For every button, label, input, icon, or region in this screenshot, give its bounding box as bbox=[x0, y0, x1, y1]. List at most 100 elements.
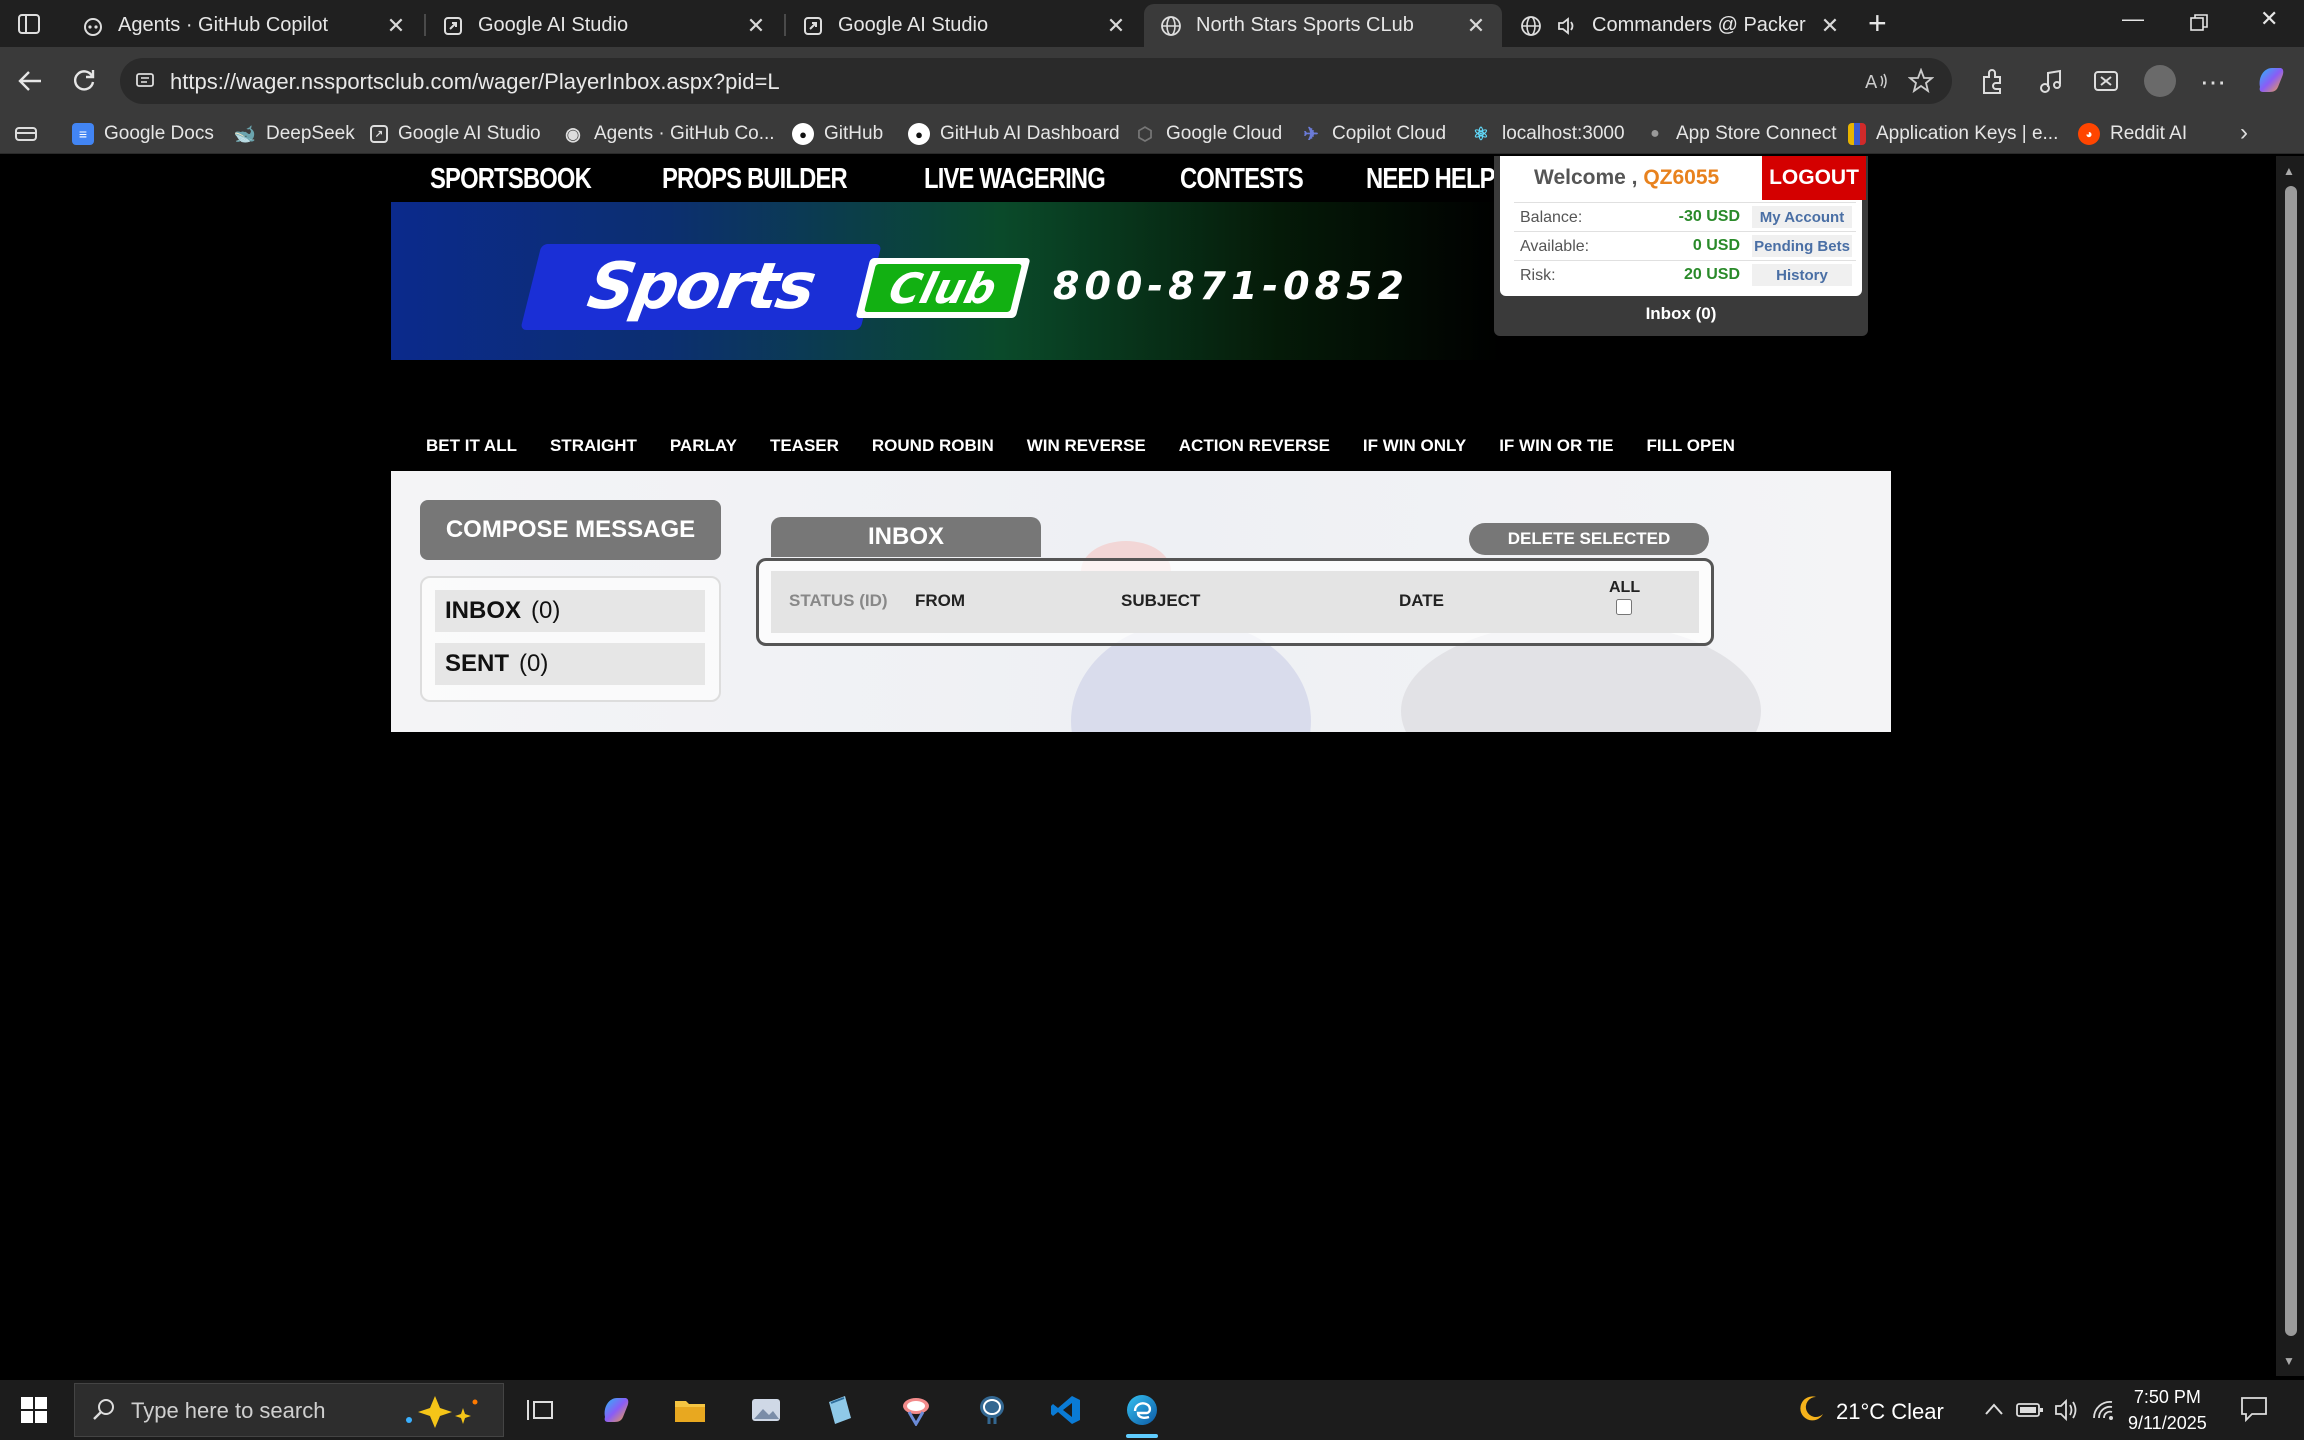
file-explorer-icon[interactable] bbox=[668, 1388, 712, 1432]
address-bar[interactable]: https://wager.nssportsclub.com/wager/Pla… bbox=[120, 58, 1952, 104]
nav-live-wagering[interactable]: LIVE WAGERING bbox=[924, 163, 1106, 196]
win-reverse-link[interactable]: WIN REVERSE bbox=[1027, 436, 1146, 456]
fill-open-link[interactable]: FILL OPEN bbox=[1646, 436, 1734, 456]
close-window-icon[interactable]: ✕ bbox=[2260, 6, 2278, 32]
bookmark-app-store-connect[interactable]: ● App Store Connect bbox=[1644, 119, 1836, 149]
sidebar-toggle-icon[interactable] bbox=[14, 10, 44, 38]
read-aloud-icon[interactable]: A bbox=[1864, 68, 1890, 99]
bookmark-google-ai-studio[interactable]: ↗ Google AI Studio bbox=[370, 119, 541, 149]
bookmark-application-keys[interactable]: Application Keys | e... bbox=[1848, 119, 2058, 149]
notifications-icon[interactable] bbox=[2240, 1396, 2268, 1427]
bookmark-github[interactable]: ● GitHub bbox=[792, 119, 883, 149]
volume-icon[interactable] bbox=[2054, 1398, 2080, 1427]
close-tab-icon[interactable]: ✕ bbox=[386, 13, 406, 39]
if-win-only-link[interactable]: IF WIN ONLY bbox=[1363, 436, 1466, 456]
close-tab-icon[interactable]: ✕ bbox=[1820, 13, 1840, 39]
svg-text:A: A bbox=[1865, 72, 1878, 93]
bet-it-all-link[interactable]: BET IT ALL bbox=[426, 436, 517, 456]
profile-avatar[interactable] bbox=[2143, 64, 2177, 103]
copilot-app-icon[interactable] bbox=[594, 1388, 638, 1432]
scroll-down-icon[interactable]: ▼ bbox=[2283, 1354, 2295, 1368]
select-all: ALL bbox=[1609, 579, 1641, 620]
restore-icon[interactable] bbox=[2190, 12, 2208, 38]
scrollbar-thumb[interactable] bbox=[2285, 186, 2297, 1336]
page-scrollbar[interactable]: ▲ ▼ bbox=[2276, 156, 2304, 1376]
close-tab-icon[interactable]: ✕ bbox=[1466, 13, 1486, 39]
round-robin-link[interactable]: ROUND ROBIN bbox=[872, 436, 994, 456]
battery-icon[interactable] bbox=[2016, 1402, 2044, 1423]
vscode-icon[interactable] bbox=[1044, 1388, 1088, 1432]
notepad-app-icon[interactable] bbox=[818, 1388, 862, 1432]
logout-button[interactable]: LOGOUT bbox=[1762, 156, 1866, 200]
refresh-icon[interactable] bbox=[66, 63, 102, 99]
url-text[interactable]: https://wager.nssportsclub.com/wager/Pla… bbox=[170, 69, 780, 95]
weather-widget[interactable]: 21°C Clear bbox=[1796, 1394, 1944, 1430]
folder-sent[interactable]: SENT (0) bbox=[435, 643, 705, 685]
minimize-icon[interactable]: — bbox=[2122, 6, 2144, 32]
inbox-link[interactable]: Inbox (0) bbox=[1494, 304, 1868, 324]
straight-link[interactable]: STRAIGHT bbox=[550, 436, 637, 456]
if-win-or-tie-link[interactable]: IF WIN OR TIE bbox=[1499, 436, 1613, 456]
bookmark-google-cloud[interactable]: ⬡ Google Cloud bbox=[1134, 119, 1282, 149]
nav-need-help[interactable]: NEED HELP? bbox=[1366, 163, 1509, 196]
nav-props-builder[interactable]: PROPS BUILDER bbox=[662, 163, 848, 196]
bookmark-reddit-ai[interactable]: ◕ Reddit AI bbox=[2078, 119, 2187, 149]
tab-agents-copilot[interactable]: Agents · GitHub Copilot ✕ bbox=[66, 4, 422, 47]
postgresql-icon[interactable] bbox=[970, 1388, 1014, 1432]
snipping-tool-icon[interactable] bbox=[894, 1388, 938, 1432]
folder-inbox[interactable]: INBOX (0) bbox=[435, 590, 705, 632]
action-reverse-link[interactable]: ACTION REVERSE bbox=[1179, 436, 1330, 456]
bookmark-google-docs[interactable]: ≡ Google Docs bbox=[72, 119, 214, 149]
select-all-label: ALL bbox=[1609, 579, 1641, 596]
inbox-tab[interactable]: INBOX bbox=[771, 517, 1041, 557]
copilot-sidebar-icon[interactable] bbox=[2254, 63, 2288, 102]
speaker-icon[interactable] bbox=[1556, 15, 1578, 37]
bookmark-deepseek[interactable]: 🐋 DeepSeek bbox=[234, 119, 355, 149]
parlay-link[interactable]: PARLAY bbox=[670, 436, 737, 456]
delete-selected-button[interactable]: DELETE SELECTED bbox=[1469, 523, 1709, 555]
globe-icon bbox=[1160, 15, 1182, 37]
favorite-star-icon[interactable] bbox=[1907, 67, 1935, 99]
copilot-sparkle-icon[interactable] bbox=[395, 1392, 495, 1435]
nav-sportsbook[interactable]: SPORTSBOOK bbox=[430, 163, 592, 196]
more-menu-icon[interactable]: ⋯ bbox=[2200, 67, 2226, 98]
risk-label: Risk: bbox=[1520, 267, 1556, 284]
screenshot-icon[interactable] bbox=[2092, 67, 2120, 100]
tab-google-ai-studio[interactable]: Google AI Studio ✕ bbox=[426, 4, 782, 47]
photos-app-icon[interactable] bbox=[744, 1388, 788, 1432]
collections-icon[interactable] bbox=[14, 123, 38, 150]
close-tab-icon[interactable]: ✕ bbox=[746, 13, 766, 39]
tab-google-ai-studio-2[interactable]: Google AI Studio ✕ bbox=[786, 4, 1142, 47]
nav-contests[interactable]: CONTESTS bbox=[1180, 163, 1304, 196]
bookmark-copilot-cloud[interactable]: ✈ Copilot Cloud bbox=[1300, 119, 1446, 149]
teaser-link[interactable]: TEASER bbox=[770, 436, 839, 456]
phone-number: 800-871-0852 bbox=[1053, 264, 1409, 308]
windows-start-icon[interactable] bbox=[20, 1396, 48, 1429]
chevron-up-icon[interactable] bbox=[1984, 1402, 2004, 1421]
bookmark-localhost[interactable]: ⚛ localhost:3000 bbox=[1470, 119, 1625, 149]
tab-commanders-packers[interactable]: Commanders @ Packers Live ✕ bbox=[1504, 4, 1856, 47]
react-icon: ⚛ bbox=[1472, 123, 1490, 144]
edge-browser-icon[interactable] bbox=[1120, 1388, 1164, 1438]
new-tab-button[interactable]: + bbox=[1868, 7, 1887, 39]
taskbar-search[interactable]: Type here to search bbox=[74, 1383, 504, 1437]
history-link[interactable]: History bbox=[1752, 264, 1852, 286]
wifi-icon[interactable] bbox=[2090, 1398, 2116, 1427]
extensions-icon[interactable] bbox=[1978, 67, 2006, 100]
bookmark-agents-github-copilot[interactable]: ◉ Agents · GitHub Co... bbox=[562, 119, 774, 149]
media-control-icon[interactable] bbox=[2038, 69, 2064, 100]
close-tab-icon[interactable]: ✕ bbox=[1106, 13, 1126, 39]
bookmark-github-ai-dashboard[interactable]: ● GitHub AI Dashboard bbox=[908, 119, 1120, 149]
scroll-up-icon[interactable]: ▲ bbox=[2283, 164, 2295, 178]
site-info-icon[interactable] bbox=[134, 69, 156, 96]
back-icon[interactable] bbox=[12, 63, 48, 99]
my-account-link[interactable]: My Account bbox=[1752, 206, 1852, 228]
select-all-checkbox[interactable] bbox=[1616, 599, 1632, 615]
task-view-icon[interactable] bbox=[518, 1388, 562, 1432]
pending-bets-link[interactable]: Pending Bets bbox=[1752, 235, 1852, 257]
system-clock[interactable]: 7:50 PM 9/11/2025 bbox=[2128, 1384, 2207, 1436]
chevron-right-icon[interactable]: › bbox=[2240, 119, 2248, 147]
tab-title: Agents · GitHub Copilot bbox=[118, 14, 329, 36]
tab-north-stars-sports-club[interactable]: North Stars Sports CLub ✕ bbox=[1144, 4, 1502, 47]
compose-message-button[interactable]: COMPOSE MESSAGE bbox=[420, 500, 721, 560]
